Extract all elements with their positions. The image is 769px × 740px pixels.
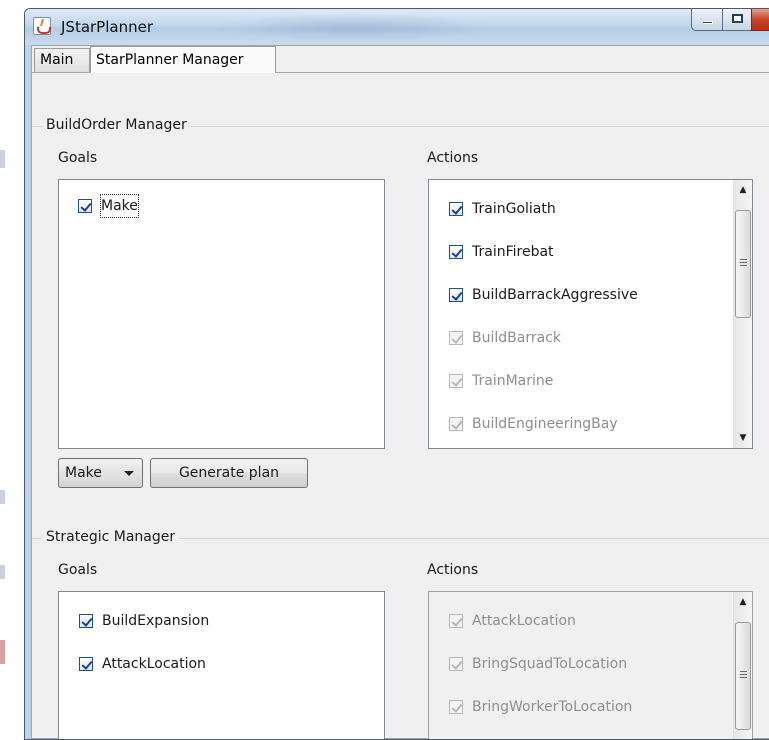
close-button[interactable] (751, 9, 769, 31)
strategic-actions-scrollbar[interactable]: ▲ (733, 592, 752, 739)
goal-select-value: Make (65, 465, 102, 481)
window-title: JStarPlanner (61, 18, 153, 36)
list-item[interactable]: BuildBarrackAggressive (429, 284, 752, 306)
list-item[interactable]: TrainGoliath (429, 198, 752, 220)
goal-select[interactable]: Make (58, 458, 143, 488)
action-label: BuildBarrackAggressive (472, 287, 638, 303)
action-label: BringWorkerToLocation (472, 699, 633, 715)
buildorder-actions-label: Actions (427, 150, 479, 166)
scroll-up-arrow-icon[interactable]: ▲ (734, 180, 752, 200)
action-label: BringSquadToLocation (472, 656, 628, 672)
list-item[interactable]: AttackLocation (59, 653, 384, 675)
strategic-actions-label: Actions (427, 562, 479, 578)
action-label: TrainMarine (472, 373, 554, 389)
strategic-actions-list: AttackLocation BringSquadToLocation Brin… (428, 591, 753, 739)
action-label: TrainGoliath (472, 201, 556, 217)
desktop-edge-mark (0, 490, 5, 504)
buildorder-goals-label: Goals (58, 150, 98, 166)
action-checkbox (449, 374, 463, 388)
scroll-up-arrow-icon[interactable]: ▲ (734, 592, 752, 612)
action-label: BuildBarrack (472, 330, 561, 346)
goal-checkbox[interactable] (79, 614, 93, 628)
buildorder-actions-list[interactable]: TrainGoliath TrainFirebat BuildBarrackAg… (428, 179, 753, 449)
goal-checkbox[interactable] (78, 199, 92, 213)
maximize-button[interactable] (722, 9, 752, 31)
action-checkbox[interactable] (449, 288, 463, 302)
action-checkbox (449, 700, 463, 714)
tab-main[interactable]: Main (34, 48, 90, 72)
strategic-manager-panel: Strategic Manager Goals Actions BuildExp… (32, 529, 769, 739)
goal-label: Make (100, 194, 139, 218)
list-item[interactable]: Make (59, 194, 384, 218)
scroll-down-arrow-icon[interactable]: ▼ (734, 428, 752, 448)
actions-scrollbar[interactable]: ▲ ▼ (733, 180, 752, 448)
desktop-edge-mark (0, 150, 5, 168)
buildorder-goals-list[interactable]: Make (58, 179, 385, 449)
desktop-background (0, 0, 24, 729)
action-checkbox[interactable] (449, 202, 463, 216)
action-label: BuildEngineeringBay (472, 416, 618, 432)
list-item: BringSquadToLocation (429, 653, 752, 675)
list-item: AttackLocation (429, 610, 752, 632)
java-cup-icon[interactable] (33, 17, 51, 35)
desktop-edge-mark (0, 640, 5, 664)
list-item: BringWorkerToLocation (429, 696, 752, 718)
action-checkbox (449, 657, 463, 671)
action-checkbox (449, 614, 463, 628)
action-label: AttackLocation (472, 613, 576, 629)
goal-label: AttackLocation (102, 656, 206, 672)
desktop-edge-mark (0, 565, 5, 579)
app-window: JStarPlanner Main StarPlanner Manager Bu… (24, 8, 769, 740)
buildorder-manager-title: BuildOrder Manager (42, 117, 191, 133)
goal-checkbox[interactable] (79, 657, 93, 671)
scroll-thumb[interactable] (735, 210, 751, 318)
generate-plan-button[interactable]: Generate plan (150, 458, 308, 488)
chevron-down-icon (124, 471, 134, 476)
tab-bar: Main StarPlanner Manager (32, 46, 769, 73)
scroll-thumb[interactable] (735, 622, 751, 730)
strategic-manager-title: Strategic Manager (42, 529, 180, 545)
goal-label: BuildExpansion (102, 613, 210, 629)
strategic-goals-label: Goals (58, 562, 98, 578)
buildorder-manager-panel: BuildOrder Manager Goals Actions Make Tr… (32, 117, 769, 523)
title-bar[interactable]: JStarPlanner (25, 9, 769, 45)
strategic-goals-list[interactable]: BuildExpansion AttackLocation (58, 591, 385, 739)
list-item: BuildBarrack (429, 327, 752, 349)
tab-starplanner-manager[interactable]: StarPlanner Manager (90, 46, 276, 73)
list-item: TrainMarine (429, 370, 752, 392)
window-content: Main StarPlanner Manager BuildOrder Mana… (31, 45, 769, 739)
action-checkbox[interactable] (449, 245, 463, 259)
action-checkbox (449, 331, 463, 345)
action-checkbox (449, 417, 463, 431)
minimize-button[interactable] (691, 9, 723, 31)
list-item[interactable]: BuildExpansion (59, 610, 384, 632)
list-item[interactable]: TrainFirebat (429, 241, 752, 263)
action-label: TrainFirebat (472, 244, 554, 260)
list-item: BuildEngineeringBay (429, 413, 752, 435)
